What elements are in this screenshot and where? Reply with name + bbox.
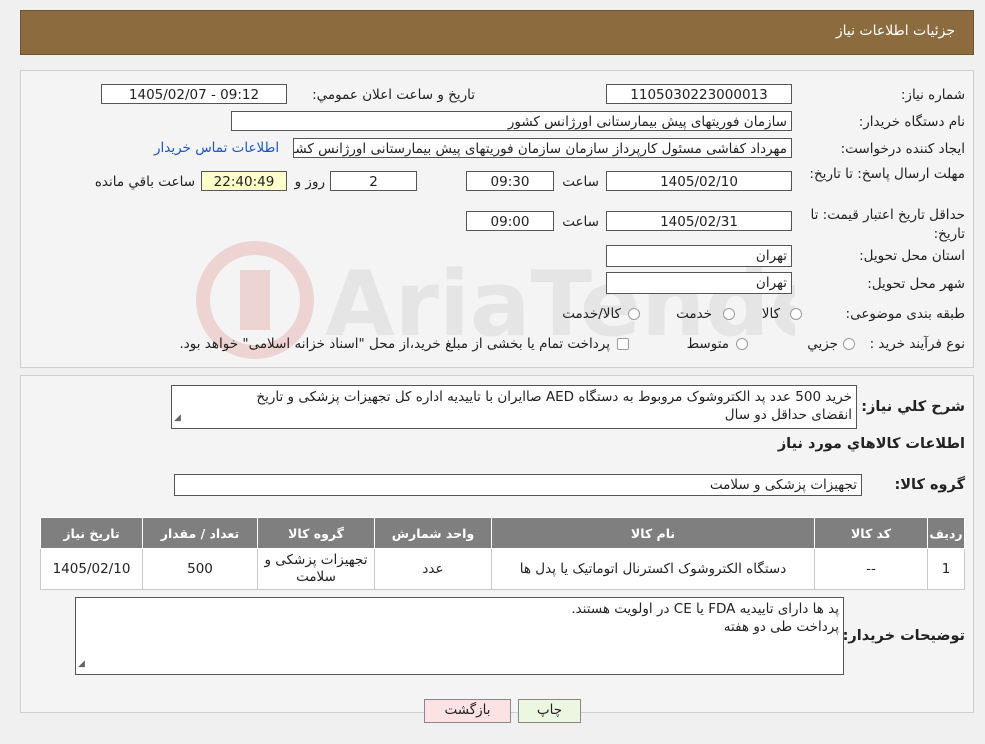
goods-table-header: رديف کد کالا نام کالا واحد شمارش گروه کا… xyxy=(40,517,965,549)
goods-group-label: گروه کالا: xyxy=(894,477,965,493)
buyer-org-label: نام دستگاه خريدار: xyxy=(858,114,965,130)
province-label: استان محل تحويل: xyxy=(859,248,965,264)
col-quantity: تعداد / مقدار xyxy=(142,517,258,549)
category-goods-service-radio[interactable] xyxy=(628,308,640,320)
city-label: شهر محل تحويل: xyxy=(867,276,965,292)
validity-time-label: ساعت xyxy=(562,214,599,230)
announce-field: 1405/02/07 - 09:12 xyxy=(101,84,287,104)
category-service-label: خدمت xyxy=(676,306,712,322)
description-line-2: انقضای حداقل دو سال xyxy=(724,407,852,423)
purchase-minor-radio[interactable] xyxy=(843,338,855,350)
cell-name: دستگاه الکتروشوک اکسترنال اتوماتیک یا پد… xyxy=(491,548,815,590)
deadline-time-label: ساعت xyxy=(562,174,599,190)
requester-field: مهرداد کفاشی مسئول کارپرداز سازمان سازما… xyxy=(293,138,792,158)
page-title: جزئیات اطلاعات نیاز xyxy=(835,23,955,39)
cell-quantity: 500 xyxy=(142,548,258,590)
col-unit: واحد شمارش xyxy=(374,517,492,549)
deadline-date-field: 1405/02/10 xyxy=(606,171,792,191)
goods-section-title: اطلاعات کالاهاي مورد نياز xyxy=(777,436,965,452)
category-label: طبقه بندی موضوعی: xyxy=(845,306,965,322)
purchase-medium-radio[interactable] xyxy=(736,338,748,350)
description-line-1: خرید 500 عدد پد الکتروشوک مروبوط به دستگ… xyxy=(256,389,852,405)
purchase-minor-label: جزيي xyxy=(807,336,838,352)
city-field: تهران xyxy=(606,272,792,294)
cell-code: -- xyxy=(814,548,928,590)
resize-grip-icon[interactable]: ◢ xyxy=(78,655,85,673)
col-name: نام کالا xyxy=(491,517,815,549)
days-label: روز و xyxy=(294,174,325,190)
cell-group: تجهیزات پزشکی و سلامت xyxy=(257,548,375,590)
col-group: گروه کالا xyxy=(257,517,375,549)
validity-label: حداقل تاريخ اعتبار قيمت: تا تاریخ: xyxy=(810,207,965,242)
buyer-org-field: سازمان فوریتهای پیش بیمارستانی اورژانس ک… xyxy=(231,111,792,131)
requester-label: ايجاد کننده درخواست: xyxy=(840,141,965,157)
purchase-treasury-checkbox[interactable] xyxy=(617,338,629,350)
buyer-notes-line-2: پرداخت طی دو هفته xyxy=(723,619,839,635)
deadline-time-field: 09:30 xyxy=(466,171,554,191)
category-goods-radio[interactable] xyxy=(790,308,802,320)
validity-time-field: 09:00 xyxy=(466,211,554,231)
goods-table: رديف کد کالا نام کالا واحد شمارش گروه کا… xyxy=(40,517,965,590)
table-row: 1 -- دستگاه الکتروشوک اکسترنال اتوماتیک … xyxy=(40,548,965,590)
description-textarea[interactable]: خرید 500 عدد پد الکتروشوک مروبوط به دستگ… xyxy=(171,385,857,429)
days-field: 2 xyxy=(330,171,417,191)
need-number-field: 1105030223000013 xyxy=(606,84,792,104)
deadline-label: مهلت ارسال پاسخ: تا تاریخ: xyxy=(809,166,965,182)
category-service-radio[interactable] xyxy=(723,308,735,320)
buyer-notes-label: توضيحات خريدار: xyxy=(842,628,965,644)
cell-need-date: 1405/02/10 xyxy=(40,548,143,590)
category-goods-service-label: کالا/خدمت xyxy=(562,306,621,322)
contact-info-link[interactable]: اطلاعات تماس خريدار xyxy=(154,140,279,156)
cell-unit: عدد xyxy=(374,548,492,590)
remaining-time-field: 22:40:49 xyxy=(201,171,287,191)
goods-group-field: تجهیزات پزشکی و سلامت xyxy=(174,474,862,496)
back-button[interactable]: بازگشت xyxy=(424,699,511,723)
category-goods-label: کالا xyxy=(761,306,780,322)
purchase-medium-label: متوسط xyxy=(686,336,729,352)
need-number-label: شماره نیاز: xyxy=(900,87,965,103)
page-header: جزئیات اطلاعات نیاز xyxy=(20,10,974,55)
col-code: کد کالا xyxy=(814,517,928,549)
buyer-notes-line-1: پد ها دارای تاییدیه FDA یا CE در اولویت … xyxy=(571,601,839,617)
purchase-treasury-note: پرداخت تمام يا بخشی از مبلغ خريد،از محل … xyxy=(179,336,610,352)
col-need-date: تاريخ نياز xyxy=(40,517,143,549)
province-field: تهران xyxy=(606,245,792,267)
remaining-label: ساعت باقي مانده xyxy=(94,174,195,190)
cell-row: 1 xyxy=(927,548,965,590)
validity-date-field: 1405/02/31 xyxy=(606,211,792,231)
description-label: شرح کلي نياز: xyxy=(861,399,965,415)
buyer-notes-textarea[interactable]: پد ها دارای تاییدیه FDA یا CE در اولویت … xyxy=(75,597,844,675)
col-row: رديف xyxy=(927,517,965,549)
purchase-type-label: نوع فرآيند خريد : xyxy=(869,336,965,352)
print-button[interactable]: چاپ xyxy=(518,699,581,723)
announce-label: تاریخ و ساعت اعلان عمومي: xyxy=(312,87,475,103)
resize-grip-icon[interactable]: ◢ xyxy=(174,409,181,427)
